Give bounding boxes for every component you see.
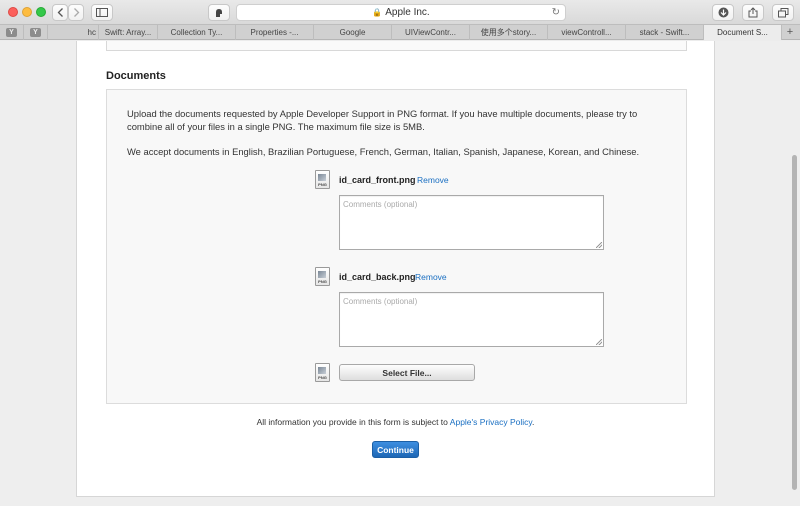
accepted-languages: We accept documents in English, Brazilia…	[127, 146, 640, 157]
lock-icon: 🔒	[372, 8, 383, 17]
browser-toolbar: 🔒 Apple Inc. ↻	[0, 0, 800, 24]
maximize-window-button[interactable]	[36, 7, 46, 17]
documents-panel: Upload the documents requested by Apple …	[106, 89, 687, 404]
comments-placeholder: Comments (optional)	[343, 200, 418, 209]
minimize-window-button[interactable]	[22, 7, 32, 17]
back-icon	[57, 8, 63, 17]
forward-button[interactable]	[68, 4, 84, 21]
resize-handle[interactable]	[596, 242, 602, 248]
png-file-icon: PNG	[315, 170, 330, 189]
remove-file-link[interactable]: Remove	[415, 272, 447, 282]
sidebar-icon	[96, 8, 108, 17]
browser-tab[interactable]: viewControll...	[548, 25, 626, 40]
browser-tab[interactable]: Google	[314, 25, 392, 40]
file-name: id_card_front.png	[339, 175, 416, 185]
pinned-tab-icon: Y	[30, 28, 41, 37]
page-content: Documents Upload the documents requested…	[0, 41, 800, 506]
back-button[interactable]	[52, 4, 68, 21]
comments-field[interactable]: Comments (optional)	[339, 292, 604, 347]
new-tab-button[interactable]: +	[782, 25, 798, 39]
tabs-overview-button[interactable]	[772, 4, 794, 21]
privacy-icon	[216, 8, 222, 17]
reload-icon[interactable]: ↻	[552, 7, 560, 18]
browser-tab[interactable]: hc	[48, 25, 99, 40]
download-icon	[718, 7, 728, 18]
privacy-text: All information you provide in this form…	[256, 417, 450, 427]
section-title: Documents	[106, 70, 166, 82]
file-name: id_card_back.png	[339, 272, 416, 282]
close-window-button[interactable]	[8, 7, 18, 17]
forward-icon	[73, 8, 79, 17]
share-icon	[748, 7, 758, 18]
continue-button[interactable]: Continue	[372, 441, 419, 458]
pinned-tab-icon: Y	[6, 28, 17, 37]
comments-field[interactable]: Comments (optional)	[339, 195, 604, 250]
png-file-icon: PNG	[315, 267, 330, 286]
browser-tab-active[interactable]: Document S...	[704, 25, 782, 40]
browser-tab[interactable]: Collection Ty...	[158, 25, 236, 40]
privacy-suffix: .	[532, 417, 535, 427]
form-card: Documents Upload the documents requested…	[76, 41, 715, 497]
share-button[interactable]	[742, 4, 764, 21]
pinned-tab[interactable]: Y	[0, 25, 24, 40]
address-bar[interactable]: 🔒 Apple Inc. ↻	[236, 4, 566, 21]
privacy-report-button[interactable]	[208, 4, 230, 21]
scrollbar[interactable]	[792, 155, 797, 490]
previous-section-box	[106, 41, 687, 51]
privacy-notice: All information you provide in this form…	[77, 417, 714, 427]
browser-tab[interactable]: UIViewContr...	[392, 25, 470, 40]
privacy-policy-link[interactable]: Apple's Privacy Policy	[450, 417, 532, 427]
pinned-tab[interactable]: Y	[24, 25, 48, 40]
remove-file-link[interactable]: Remove	[417, 175, 449, 185]
png-file-icon: PNG	[315, 363, 330, 382]
select-file-button[interactable]: Select File...	[339, 364, 475, 381]
tabs-overview-icon	[777, 7, 788, 17]
downloads-button[interactable]	[712, 4, 734, 21]
browser-tab[interactable]: 使用多个story...	[470, 25, 548, 40]
sidebar-button[interactable]	[91, 4, 113, 21]
upload-instructions: Upload the documents requested by Apple …	[127, 108, 638, 132]
resize-handle[interactable]	[596, 339, 602, 345]
browser-tab[interactable]: Properties -...	[236, 25, 314, 40]
comments-placeholder: Comments (optional)	[343, 297, 418, 306]
browser-tab[interactable]: stack - Swift...	[626, 25, 704, 40]
address-text: Apple Inc.	[385, 7, 430, 18]
tab-bar: Y Y hc Swift: Array... Collection Ty... …	[0, 24, 800, 40]
browser-tab[interactable]: Swift: Array...	[99, 25, 158, 40]
